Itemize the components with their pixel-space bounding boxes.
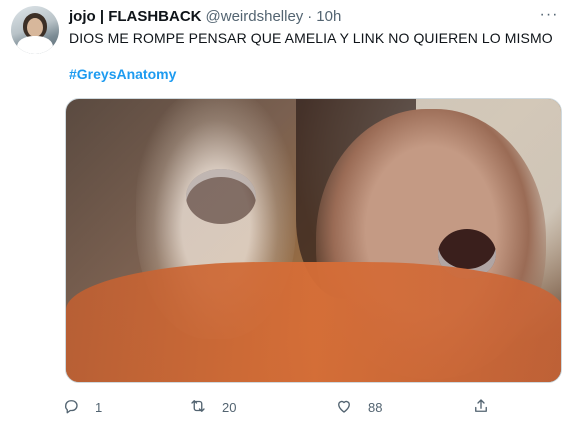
- tweet-text: DIOS ME ROMPE PENSAR QUE AMELIA Y LINK N…: [69, 30, 553, 46]
- avatar-face: [27, 18, 43, 37]
- avatar[interactable]: [11, 6, 59, 54]
- more-icon: ···: [539, 6, 559, 23]
- retweet-count: 20: [222, 399, 237, 415]
- retweet-icon: [189, 397, 207, 418]
- avatar-body: [17, 36, 53, 54]
- reply-button[interactable]: 1: [62, 396, 102, 418]
- share-icon: [472, 397, 490, 418]
- share-button[interactable]: [472, 396, 490, 418]
- tweet-header: jojo | FLASHBACK @weirdshelley · 10h: [69, 6, 341, 26]
- hashtag-link[interactable]: #GreysAnatomy: [69, 66, 176, 82]
- tweet-media-gif[interactable]: [65, 98, 562, 383]
- media-shirt: [66, 262, 561, 382]
- tweet[interactable]: jojo | FLASHBACK @weirdshelley · 10h ···…: [0, 0, 572, 426]
- like-count: 88: [368, 399, 383, 415]
- timestamp[interactable]: 10h: [316, 8, 341, 25]
- more-options-button[interactable]: ···: [538, 6, 560, 24]
- tweet-actions: 1 20 88: [62, 396, 502, 418]
- heart-icon: [335, 397, 353, 418]
- retweet-button[interactable]: 20: [189, 396, 236, 418]
- like-button[interactable]: 88: [335, 396, 382, 418]
- user-handle[interactable]: @weirdshelley: [206, 8, 304, 25]
- display-name[interactable]: jojo | FLASHBACK: [69, 8, 202, 25]
- reply-icon: [62, 397, 80, 418]
- separator-dot: ·: [307, 7, 313, 25]
- reply-count: 1: [95, 399, 103, 415]
- media-mouth-left: [186, 169, 256, 224]
